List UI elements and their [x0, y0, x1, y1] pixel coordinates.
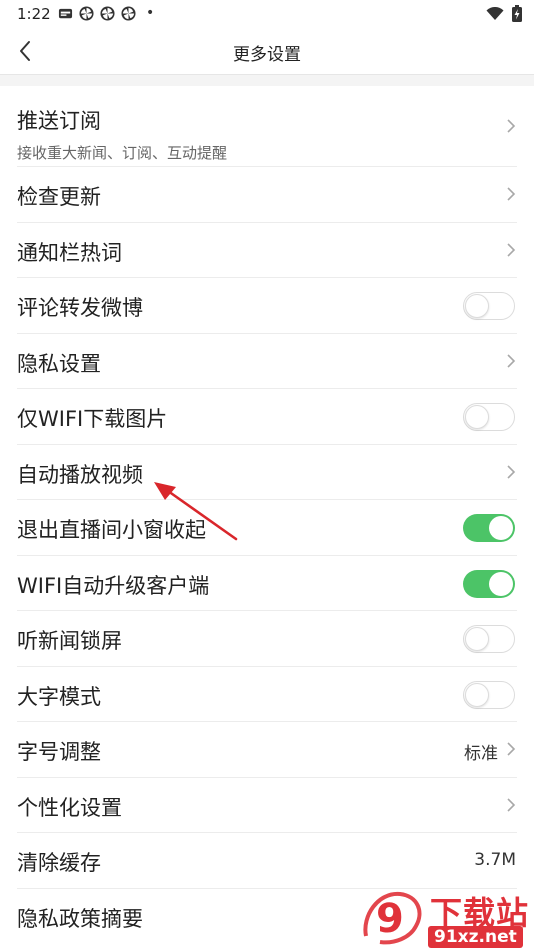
row-label: 退出直播间小窗收起: [17, 518, 206, 542]
settings-row-font-size[interactable]: 字号调整 标准: [0, 722, 534, 778]
status-time: 1:22: [17, 5, 51, 23]
app-notification-icon: [58, 8, 73, 19]
wifi-auto-upgrade-toggle[interactable]: [463, 569, 515, 598]
row-label: 听新闻锁屏: [17, 629, 122, 653]
settings-row-personalization[interactable]: 个性化设置: [0, 778, 534, 833]
toggle-knob: [465, 405, 489, 429]
page-title: 更多设置: [233, 45, 301, 65]
toggle-knob: [465, 294, 489, 318]
collapse-live-window-toggle[interactable]: [463, 514, 515, 542]
row-subtitle: 接收重大新闻、订阅、互动提醒: [17, 144, 228, 162]
listen-news-lockscreen-toggle[interactable]: [463, 625, 515, 653]
row-label: 隐私政策摘要: [17, 906, 143, 931]
chevron-right-icon: [507, 119, 516, 133]
pinwheel-icon: [121, 6, 136, 21]
row-label: 自动播放视频: [17, 462, 143, 487]
settings-list: 推送订阅 接收重大新闻、订阅、互动提醒 检查更新 通知栏热词 评论转发微博 隐私…: [0, 86, 534, 944]
status-bar: 1:22 •: [0, 0, 534, 28]
battery-charging-icon: [512, 5, 522, 22]
settings-row-autoplay-video[interactable]: 自动播放视频: [0, 445, 534, 500]
settings-row-large-font-mode: 大字模式: [0, 667, 534, 722]
toggle-knob: [465, 682, 489, 707]
pinwheel-icon: [79, 6, 94, 21]
status-more-dot: •: [146, 5, 155, 21]
status-system-icons: [486, 5, 522, 22]
wifi-only-images-toggle[interactable]: [463, 403, 515, 431]
section-gap: [0, 75, 534, 86]
wifi-icon: [486, 6, 504, 20]
settings-row-listen-news-lockscreen: 听新闻锁屏: [0, 611, 534, 667]
chevron-right-icon: [507, 242, 516, 257]
pinwheel-icon: [100, 6, 115, 21]
settings-row-privacy-policy-summary[interactable]: 隐私政策摘要: [0, 889, 534, 945]
chevron-right-icon: [507, 797, 516, 812]
comment-repost-weibo-toggle[interactable]: [463, 292, 515, 320]
row-label: 检查更新: [17, 185, 101, 209]
chevron-right-icon: [507, 353, 516, 368]
row-label: 隐私设置: [17, 351, 101, 376]
row-label: 评论转发微博: [17, 296, 143, 320]
settings-row-collapse-live-window: 退出直播间小窗收起: [0, 500, 534, 556]
settings-row-clear-cache[interactable]: 清除缓存 3.7M: [0, 833, 534, 889]
chevron-right-icon: [507, 187, 516, 201]
settings-row-wifi-only-images: 仅WIFI下载图片: [0, 389, 534, 445]
cache-size-value: 3.7M: [474, 850, 516, 870]
screen: 1:22 • 更多设置 推送订阅 接收重大新闻、订阅、互动提醒 检查更新 通知栏…: [0, 0, 534, 950]
large-font-mode-toggle[interactable]: [463, 680, 515, 709]
row-label: 大字模式: [17, 684, 101, 709]
row-label: 清除缓存: [17, 851, 101, 875]
status-notification-icons: •: [58, 6, 154, 21]
chevron-right-icon: [507, 742, 516, 756]
row-label: WIFI自动升级客户端: [17, 573, 210, 598]
toggle-knob: [465, 627, 489, 651]
row-label: 推送订阅: [17, 109, 101, 133]
settings-row-notification-hotwords[interactable]: 通知栏热词: [0, 223, 534, 278]
settings-row-wifi-auto-upgrade: WIFI自动升级客户端: [0, 556, 534, 611]
row-label: 字号调整: [17, 740, 101, 764]
row-label: 个性化设置: [17, 795, 122, 820]
title-bar: 更多设置: [0, 28, 534, 74]
chevron-right-icon: [507, 464, 516, 479]
font-size-value: 标准: [464, 744, 498, 764]
row-label: 仅WIFI下载图片: [17, 407, 168, 431]
toggle-knob: [489, 516, 513, 540]
settings-row-privacy-settings[interactable]: 隐私设置: [0, 334, 534, 389]
row-label: 通知栏热词: [17, 240, 122, 265]
toggle-knob: [489, 571, 513, 596]
settings-row-comment-repost-weibo: 评论转发微博: [0, 278, 534, 334]
settings-row-push-subscription[interactable]: 推送订阅 接收重大新闻、订阅、互动提醒: [0, 86, 534, 167]
settings-row-check-update[interactable]: 检查更新: [0, 167, 534, 223]
